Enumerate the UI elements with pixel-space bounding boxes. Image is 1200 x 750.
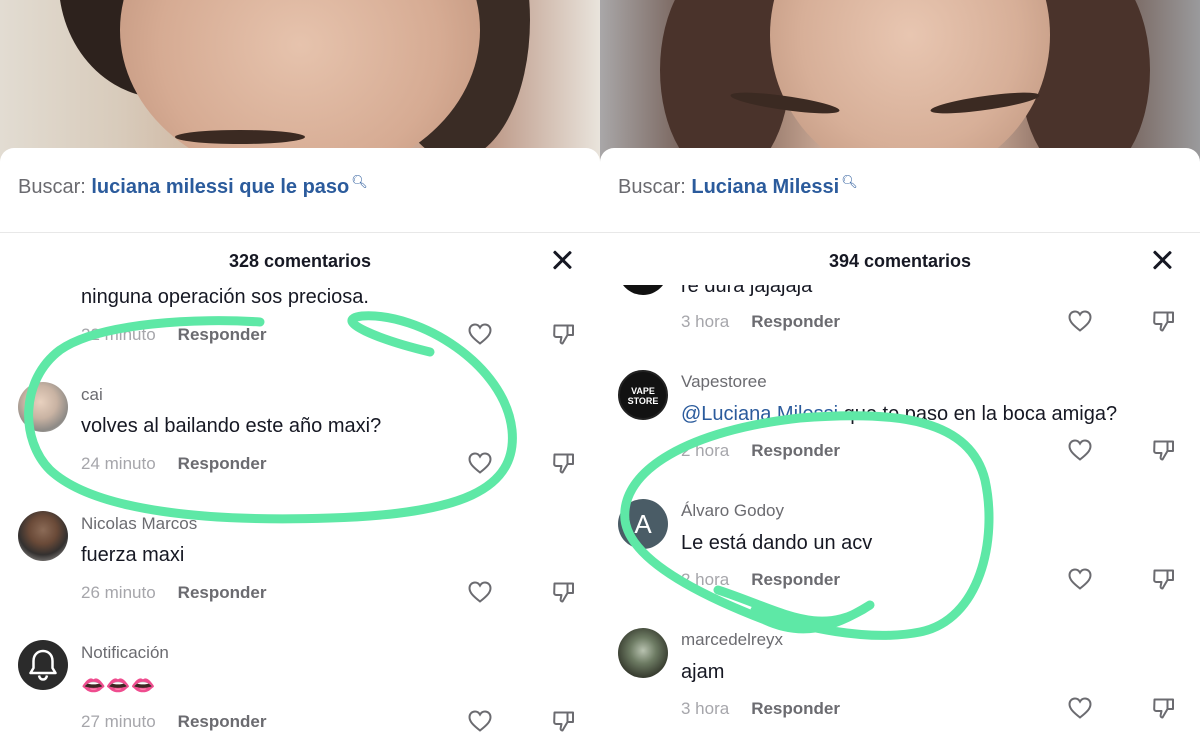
dislike-icon[interactable] — [1152, 438, 1176, 462]
bell-icon — [29, 649, 57, 681]
heart-icon[interactable] — [1068, 439, 1092, 461]
comment-meta: 22 minuto Responder — [81, 325, 266, 345]
comment-meta: 3 hora Responder — [681, 699, 840, 719]
heart-icon[interactable] — [468, 452, 492, 474]
dislike-icon[interactable] — [552, 451, 576, 475]
comment-username[interactable]: Nicolas Marcos — [81, 514, 197, 534]
comment-time: 26 minuto — [81, 583, 156, 602]
reply-button[interactable]: Responder — [178, 454, 267, 473]
reply-button[interactable]: Responder — [751, 570, 840, 589]
close-icon[interactable] — [1150, 248, 1174, 272]
comment-text: volves al bailando este año maxi? — [81, 415, 382, 437]
avatar[interactable] — [18, 382, 68, 432]
comment-text: Le está dando un acv — [681, 532, 873, 554]
comment-count: 394 comentarios — [828, 251, 972, 271]
comment-text: ajam — [681, 661, 725, 683]
reply-button[interactable]: Responder — [178, 325, 267, 344]
comment-username[interactable]: Álvaro Godoy — [681, 501, 784, 521]
heart-icon[interactable] — [468, 581, 492, 603]
heart-icon[interactable] — [1068, 697, 1092, 719]
heart-icon[interactable] — [468, 323, 492, 345]
close-icon[interactable] — [550, 248, 574, 272]
search-prefix: Buscar: — [18, 176, 86, 198]
comment-text: @Luciana Milessi que te paso en la boca … — [681, 403, 1117, 426]
search-query-link[interactable]: Luciana Milessi — [691, 176, 839, 198]
comment-time: 3 hora — [681, 312, 730, 331]
comment-time: 24 minuto — [81, 454, 156, 473]
video-background — [600, 0, 1200, 170]
comment-meta: 2 hora Responder — [681, 570, 840, 590]
comment-username[interactable]: Vapestoree — [681, 372, 767, 392]
comment-time: 3 hora — [681, 699, 730, 718]
comment-username[interactable]: cai — [81, 385, 103, 405]
search-query-link[interactable]: luciana milessi que le paso — [91, 176, 349, 198]
reply-button[interactable]: Responder — [751, 312, 840, 331]
comment-time: 2 hora — [681, 570, 730, 589]
avatar[interactable] — [618, 285, 668, 295]
comment-time: 22 minuto — [81, 325, 156, 344]
heart-icon[interactable] — [1068, 568, 1092, 590]
clipped-comment-area: re dura jajajaja — [600, 285, 1200, 299]
dislike-icon[interactable] — [1152, 309, 1176, 333]
divider — [0, 232, 600, 233]
comment-username[interactable]: Notificación — [81, 643, 169, 663]
comment-text: ninguna operación sos preciosa. — [81, 286, 369, 308]
reply-button[interactable]: Responder — [178, 583, 267, 602]
video-eyebrow-shape — [175, 130, 305, 144]
dislike-icon[interactable] — [1152, 567, 1176, 591]
comment-time: 2 hora — [681, 441, 730, 460]
comment-username[interactable]: marcedelreyx — [681, 630, 783, 650]
right-screenshot-panel: Buscar: Luciana Milessi 🔍︎ 394 comentario… — [600, 0, 1200, 750]
divider — [600, 232, 1200, 233]
heart-icon[interactable] — [1068, 310, 1092, 332]
dislike-icon[interactable] — [552, 709, 576, 733]
dislike-icon[interactable] — [552, 580, 576, 604]
heart-icon[interactable] — [468, 710, 492, 732]
comment-meta: 26 minuto Responder — [81, 583, 266, 603]
comment-time: 27 minuto — [81, 712, 156, 731]
video-face-shape — [770, 0, 1050, 170]
search-suggestion[interactable]: Buscar: luciana milessi que le paso 🔍︎ — [18, 174, 368, 199]
comment-meta: 27 minuto Responder — [81, 712, 266, 732]
comment-text: re dura jajajaja — [681, 285, 813, 297]
avatar[interactable]: VAPE STORE — [618, 370, 668, 420]
comment-text-body: que te paso en la boca amiga? — [838, 403, 1118, 425]
left-screenshot-panel: Buscar: luciana milessi que le paso 🔍︎ 32… — [0, 0, 600, 750]
reply-button[interactable]: Responder — [751, 699, 840, 718]
dislike-icon[interactable] — [552, 322, 576, 346]
avatar[interactable]: A — [618, 499, 668, 549]
comment-meta: 2 hora Responder — [681, 441, 840, 461]
avatar[interactable] — [618, 628, 668, 678]
mention-link[interactable]: @Luciana Milessi — [681, 403, 838, 425]
reply-button[interactable]: Responder — [178, 712, 267, 731]
dislike-icon[interactable] — [1152, 696, 1176, 720]
comment-count: 328 comentarios — [228, 251, 372, 271]
avatar-logo-text: VAPE STORE — [627, 386, 659, 406]
comment-text: 👄👄👄 — [81, 675, 156, 697]
search-icon: 🔍︎ — [351, 174, 368, 189]
video-background — [0, 0, 600, 170]
search-prefix: Buscar: — [618, 176, 686, 198]
reply-button[interactable]: Responder — [751, 441, 840, 460]
search-icon: 🔍︎ — [841, 174, 858, 189]
comment-meta: 24 minuto Responder — [81, 454, 266, 474]
comment-meta: 3 hora Responder — [681, 312, 840, 332]
avatar[interactable] — [18, 640, 68, 690]
avatar[interactable] — [18, 511, 68, 561]
search-suggestion[interactable]: Buscar: Luciana Milessi 🔍︎ — [618, 174, 858, 199]
comment-text: fuerza maxi — [81, 544, 185, 566]
